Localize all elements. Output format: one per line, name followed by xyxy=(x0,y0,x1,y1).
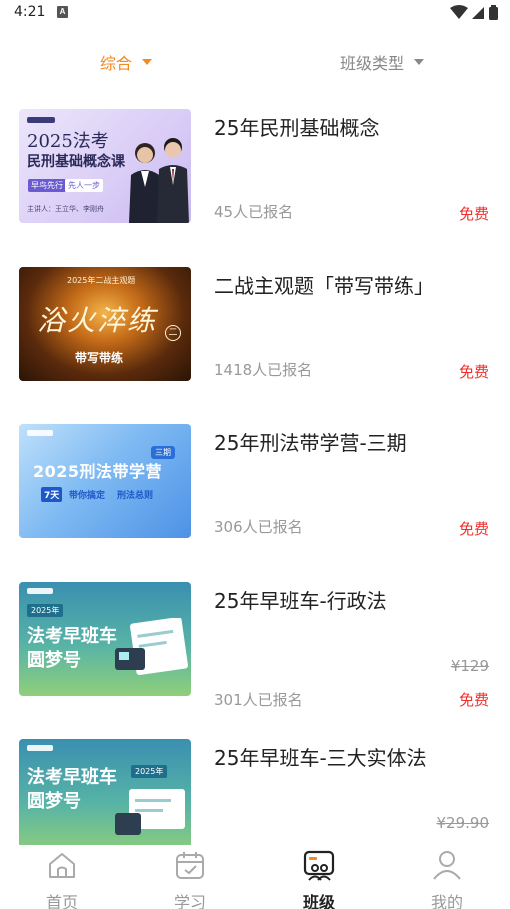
status-bar: 4:21 A xyxy=(0,0,510,26)
thumb-tag: 早鸟先行 xyxy=(28,179,66,192)
filter-bar: 综合 班级类型 xyxy=(0,40,510,80)
status-time: 4:21 xyxy=(14,4,46,20)
ticket-illustration xyxy=(115,789,185,835)
thumb-line: 圆梦号 xyxy=(27,791,81,812)
thumb-line: 法考早班车 xyxy=(27,767,117,788)
enroll-count: 1418人已报名 xyxy=(214,361,313,379)
thumb-tag: 先人一步 xyxy=(65,179,103,192)
caret-down-icon xyxy=(142,59,153,65)
filter-comprehensive-label: 综合 xyxy=(100,54,133,73)
thumb-days: 7天 xyxy=(41,487,63,502)
thumb-badge: 二 xyxy=(165,325,181,341)
course-item[interactable]: 2025年二战主观题 浴火淬练 二 带写带练 二战主观题「带写带练」 1418人… xyxy=(0,266,510,386)
course-item[interactable]: 2025法考 民刑基础概念课 早鸟先行 先人一步 主讲人：王立华、李刚舟 25年… xyxy=(0,108,510,228)
original-price: ¥129 xyxy=(450,657,489,675)
battery-icon xyxy=(489,7,498,20)
thumb-top: 2025年二战主观题 xyxy=(67,276,136,285)
price-free: 免费 xyxy=(458,363,489,381)
bottom-nav: 首页 学习 班级 我的 xyxy=(0,845,510,909)
thumb-headline: 浴火淬练 xyxy=(37,304,158,337)
logo xyxy=(27,430,53,436)
course-title: 25年刑法带学营-三期 xyxy=(214,431,407,455)
course-thumbnail: 法考早班车 圆梦号 2025年 xyxy=(19,739,191,845)
thumb-caption: 带你搞定 xyxy=(69,491,106,501)
enroll-count: 306人已报名 xyxy=(214,518,303,536)
nav-label: 学习 xyxy=(173,893,206,909)
course-thumbnail: 2025年 法考早班车 圆梦号 xyxy=(19,582,191,696)
nav-home[interactable]: 首页 xyxy=(22,849,102,909)
course-item[interactable]: 法考早班车 圆梦号 2025年 25年早班车-三大实体法 ¥29.90 xyxy=(0,738,510,845)
nav-label: 我的 xyxy=(430,893,463,909)
course-title: 25年早班车-三大实体法 xyxy=(214,746,427,770)
nav-study[interactable]: 学习 xyxy=(150,849,230,909)
thumb-line: 法考早班车 xyxy=(27,626,117,647)
profile-icon xyxy=(433,851,461,880)
calendar-icon xyxy=(176,852,204,879)
course-thumbnail: 2025法考 民刑基础概念课 早鸟先行 先人一步 主讲人：王立华、李刚舟 xyxy=(19,109,191,223)
course-list: 2025法考 民刑基础概念课 早鸟先行 先人一步 主讲人：王立华、李刚舟 25年… xyxy=(0,108,510,845)
course-title: 二战主观题「带写带练」 xyxy=(214,274,434,298)
nav-label: 班级 xyxy=(302,893,335,909)
thumb-lecturers: 主讲人：王立华、李刚舟 xyxy=(27,205,104,213)
thumb-line: 圆梦号 xyxy=(27,650,81,671)
ticket-illustration xyxy=(115,618,188,675)
thumb-caption: 刑法总则 xyxy=(117,491,154,501)
class-icon xyxy=(303,850,335,881)
course-title: 25年民刑基础概念 xyxy=(214,116,380,140)
filter-class-type[interactable]: 班级类型 xyxy=(340,50,425,74)
thumb-subheadline: 民刑基础概念课 xyxy=(27,154,125,170)
nav-label: 首页 xyxy=(45,893,78,909)
price-free: 免费 xyxy=(458,205,489,223)
thumb-year: 2025年 xyxy=(27,604,64,617)
filter-class-type-label: 班级类型 xyxy=(340,54,405,73)
logo xyxy=(27,588,53,594)
price-free: 免费 xyxy=(458,520,489,538)
original-price: ¥29.90 xyxy=(436,814,490,832)
filter-comprehensive[interactable]: 综合 xyxy=(100,50,153,74)
enroll-count: 45人已报名 xyxy=(214,203,294,221)
caret-down-icon xyxy=(414,59,425,65)
logo xyxy=(27,745,53,751)
signal-icon xyxy=(472,7,484,19)
course-title: 25年早班车-行政法 xyxy=(214,589,387,613)
wifi-icon xyxy=(450,5,468,19)
thumb-year: 2025年 xyxy=(131,765,168,778)
logo xyxy=(27,117,55,123)
status-icons xyxy=(450,5,498,20)
home-icon xyxy=(49,853,75,878)
course-item[interactable]: 2025年 法考早班车 圆梦号 25年早班车-行政法 ¥129 301人已报名 … xyxy=(0,581,510,716)
course-thumbnail: 2025年二战主观题 浴火淬练 二 带写带练 xyxy=(19,267,191,381)
thumb-headline: 2025刑法带学营 xyxy=(33,462,163,481)
course-item[interactable]: 三期 2025刑法带学营 7天 带你搞定 刑法总则 25年刑法带学营-三期 30… xyxy=(0,423,510,543)
lecturers-illustration xyxy=(129,138,189,223)
enroll-count: 301人已报名 xyxy=(214,691,303,709)
price-free: 免费 xyxy=(458,691,489,709)
notification-icon: A xyxy=(57,6,68,18)
thumb-headline: 2025法考 xyxy=(27,131,109,152)
course-thumbnail: 三期 2025刑法带学营 7天 带你搞定 刑法总则 xyxy=(19,424,191,538)
thumb-caption: 带写带练 xyxy=(75,351,124,365)
nav-mine[interactable]: 我的 xyxy=(407,849,487,909)
nav-class[interactable]: 班级 xyxy=(279,849,359,909)
